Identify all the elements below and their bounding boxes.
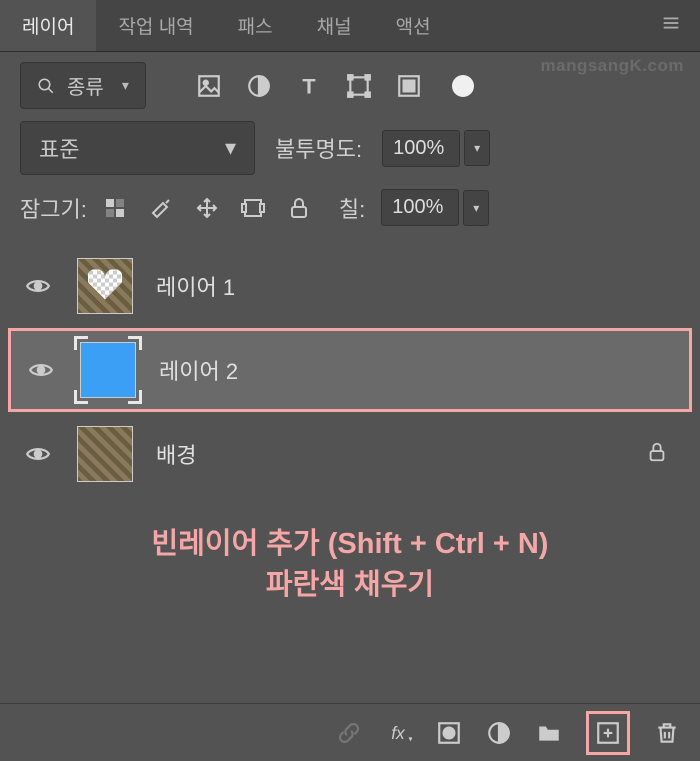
layer-name[interactable]: 레이어 2 [159,354,677,386]
tab-channels[interactable]: 채널 [295,0,374,51]
link-layers-button [336,720,362,746]
fill-field-group: 100% ▾ [381,189,489,226]
new-layer-button[interactable] [595,720,621,746]
layer-name[interactable]: 레이어 1 [156,270,680,302]
fill-input[interactable]: 100% [381,189,459,226]
filter-type-icons: T [196,73,474,99]
plus-square-icon [595,720,621,746]
opacity-field-group: 100% ▾ [382,130,490,167]
filter-label: 종류 [67,71,104,100]
lock-label: 잠그기: [20,192,87,224]
fill-dropdown-button[interactable]: ▾ [463,190,489,226]
type-layer-filter-icon[interactable]: T [296,73,322,99]
eye-icon [25,273,51,299]
smart-object-filter-icon[interactable] [396,73,422,99]
group-layers-button[interactable] [536,720,562,746]
new-layer-button-highlight [586,711,630,755]
adjustment-layer-filter-icon[interactable] [246,73,272,99]
layer-row[interactable]: 레이어 1 [8,244,692,328]
tab-history[interactable]: 작업 내역 [96,0,215,51]
blend-mode-dropdown[interactable]: 표준 ▾ [20,121,255,175]
layer-thumbnail[interactable] [74,255,136,317]
chevron-down-icon: ▾ [122,77,129,94]
opacity-label: 불투명도: [275,132,362,164]
opacity-dropdown-button[interactable]: ▾ [464,130,490,166]
layer-thumbnail[interactable] [74,423,136,485]
opacity-input[interactable]: 100% [382,130,460,167]
link-icon [336,720,362,746]
lock-icon [646,441,668,463]
panel-menu-icon[interactable] [660,12,682,39]
fx-icon: fx ▾ [386,720,412,746]
annotation-line2: 파란색 채우기 [20,565,680,606]
lock-transparency-icon[interactable] [103,196,127,220]
delete-layer-button[interactable] [654,720,680,746]
shape-layer-filter-icon[interactable] [346,73,372,99]
mask-icon [436,720,462,746]
svg-text:T: T [302,73,315,98]
layer-mask-button[interactable] [436,720,462,746]
pixel-layer-filter-icon[interactable] [196,73,222,99]
adjustment-icon [486,720,512,746]
filter-toggle-switch[interactable] [452,75,474,97]
layer-row[interactable]: 레이어 2 [8,328,692,412]
annotation-line1: 빈레이어 추가 (Shift + Ctrl + N) [20,524,680,565]
panel-tabs: 레이어 작업 내역 패스 채널 액션 [0,0,700,52]
bottom-toolbar: fx ▾ [0,703,700,761]
lock-artboard-icon[interactable] [241,196,265,220]
layer-name[interactable]: 배경 [156,438,646,470]
layer-list: 레이어 1 레이어 2 배경 [0,240,700,500]
blend-mode-value: 표준 [39,132,79,164]
lock-row: 잠그기: 칠: 100% ▾ [0,185,700,240]
eye-icon [28,357,54,383]
tab-actions[interactable]: 액션 [374,0,453,51]
lock-paint-icon[interactable] [149,196,173,220]
tab-paths[interactable]: 패스 [216,0,295,51]
blend-row: 표준 ▾ 불투명도: 100% ▾ [0,115,700,185]
lock-all-icon[interactable] [287,196,311,220]
chevron-down-icon: ▾ [225,135,236,161]
lock-icons [103,196,311,220]
fill-label: 칠: [339,192,365,224]
lock-position-icon[interactable] [195,196,219,220]
folder-icon [536,720,562,746]
layer-thumbnail[interactable] [77,339,139,401]
layer-row[interactable]: 배경 [8,412,692,496]
svg-text:fx: fx [391,723,406,743]
adjustment-layer-button[interactable] [486,720,512,746]
svg-text:▾: ▾ [409,734,412,743]
annotation-text: 빈레이어 추가 (Shift + Ctrl + N) 파란색 채우기 [0,500,700,629]
layer-filter-dropdown[interactable]: 종류 ▾ [20,62,146,109]
search-icon [37,77,55,95]
visibility-toggle[interactable] [20,273,56,299]
eye-icon [25,441,51,467]
layer-lock-indicator[interactable] [646,441,668,468]
watermark: mangsangK.com [541,56,684,76]
trash-icon [654,720,680,746]
visibility-toggle[interactable] [20,441,56,467]
tab-layers[interactable]: 레이어 [0,0,96,51]
layer-style-button[interactable]: fx ▾ [386,720,412,746]
visibility-toggle[interactable] [23,357,59,383]
